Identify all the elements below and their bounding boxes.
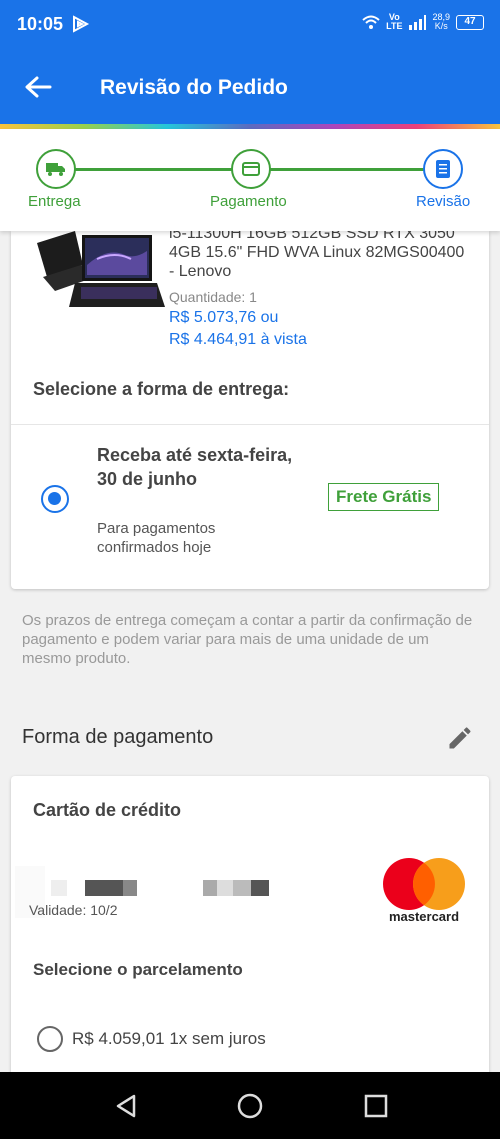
installment-option-radio[interactable] xyxy=(37,1026,63,1052)
app-bar: Revisão do Pedido xyxy=(0,50,500,124)
divider xyxy=(11,424,489,425)
recents-square-icon[interactable] xyxy=(362,1092,390,1120)
delivery-section-title: Selecione a forma de entrega: xyxy=(33,379,290,399)
step-entrega[interactable] xyxy=(36,149,76,189)
credit-card-title: Cartão de crédito xyxy=(33,800,182,820)
network-bottom: LTE xyxy=(386,21,403,31)
volte-indicator: Vo LTE xyxy=(386,13,402,31)
arrow-left-icon[interactable] xyxy=(24,75,52,99)
product-quantity: Quantidade: 1 xyxy=(169,289,257,305)
product-price-cash: R$ 4.464,91 à vista xyxy=(169,331,307,348)
product-price-installment: R$ 5.073,76 ou xyxy=(169,309,279,326)
order-summary-card: i5-11300H 16GB 512GB SSD RTX 3050 4GB 15… xyxy=(11,231,489,589)
status-icons: Vo LTE 28,9 K/s 47 xyxy=(362,13,484,31)
mastercard-wordmark: mastercard xyxy=(388,909,460,924)
wifi-icon xyxy=(362,15,380,29)
pencil-icon[interactable] xyxy=(446,724,474,752)
payment-section-title: Forma de pagamento xyxy=(22,726,214,748)
truck-icon xyxy=(46,163,65,176)
step-pagamento[interactable] xyxy=(231,149,271,189)
delivery-option-subtitle: Para pagamentos confirmados hoje xyxy=(97,520,216,556)
signal-icon xyxy=(409,14,427,30)
step-label-pagamento: Pagamento xyxy=(210,193,287,210)
speed-unit: K/s xyxy=(434,21,448,31)
step-revisao[interactable] xyxy=(423,149,463,189)
status-bar: 10:05 Vo LTE 28,9 K/s 47 xyxy=(0,0,500,50)
free-shipping-badge: Frete Grátis xyxy=(328,483,440,511)
back-triangle-icon[interactable] xyxy=(112,1092,140,1120)
laptop-image xyxy=(37,231,165,307)
product-name: i5-11300H 16GB 512GB SSD RTX 3050 4GB 15… xyxy=(169,231,465,280)
step-connector xyxy=(268,168,424,171)
delivery-option-radio[interactable] xyxy=(41,485,69,513)
step-label-entrega: Entrega xyxy=(28,193,81,210)
installments-title: Selecione o parcelamento xyxy=(33,960,243,979)
step-label-revisao: Revisão xyxy=(416,193,471,210)
payment-card: Cartão de crédito Validade: 10/2 masterc… xyxy=(11,776,489,1076)
document-icon xyxy=(436,160,450,178)
delivery-notice: Os prazos de entrega começam a contar a … xyxy=(22,612,473,667)
system-nav-bar xyxy=(0,1072,500,1139)
installment-option-label[interactable]: R$ 4.059,01 1x sem juros xyxy=(72,1029,266,1049)
card-icon xyxy=(242,162,260,176)
status-time: 10:05 xyxy=(17,14,64,34)
page-title: Revisão do Pedido xyxy=(100,76,288,99)
network-speed: 28,9 K/s xyxy=(432,13,450,31)
card-validity: Validade: 10/2 xyxy=(29,902,118,918)
delivery-option-title: Receba até sexta-feira, 30 de junho xyxy=(97,445,293,489)
battery-icon: 47 xyxy=(456,14,484,30)
play-icon xyxy=(73,15,90,33)
checkout-stepper: Entrega Pagamento Revisão xyxy=(0,129,500,231)
step-connector xyxy=(56,168,234,171)
home-circle-icon[interactable] xyxy=(236,1092,264,1120)
